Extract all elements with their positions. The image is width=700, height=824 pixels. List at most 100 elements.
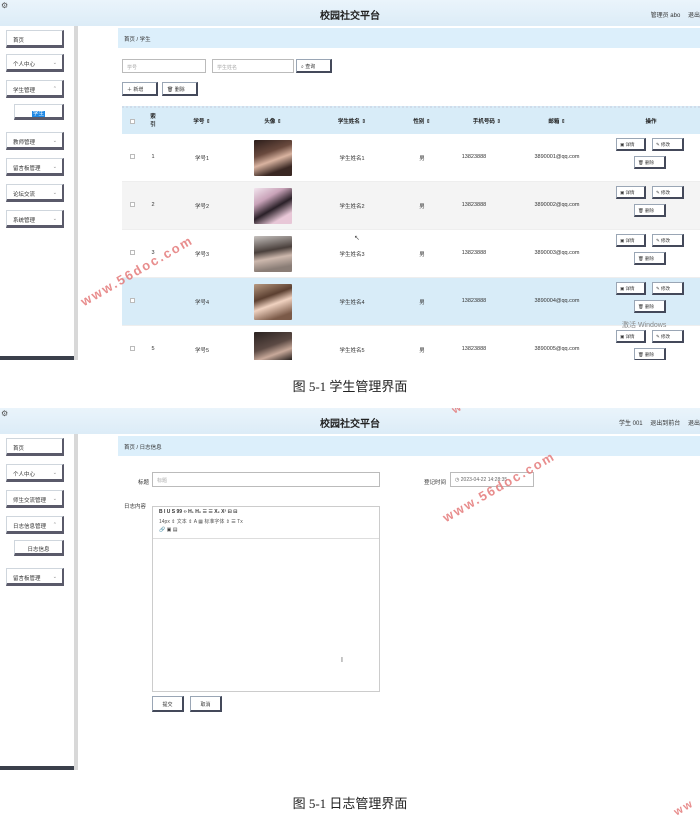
sidebar-item-label: 留言板管理 — [13, 166, 41, 172]
sidebar: 首页 个人中心 ⌄ 师生交流管理 ⌄ 日志信息管理 ⌃ 日志信息 留言板管理 ⌄ — [0, 434, 78, 770]
delete-button[interactable]: 🗑 删除 — [634, 156, 666, 169]
main-content: 首页 / 日志信息 标题 标题 登记时间 ◷ 2023-04-22 14:28:… — [82, 434, 700, 770]
content-label: 日志内容 — [124, 504, 147, 510]
rich-text-editor[interactable]: B I U S 99 ‹› H₁ H₂ ☰ ☰ X₂ X² ⊟ ⊟ 14px ⇕… — [152, 506, 380, 692]
table-row[interactable]: 3 学号3 学生姓名3 男 13823888 3890003@qq.com ▣ … — [122, 230, 700, 278]
user-area: 学生 001 退出到前台 退出 — [613, 418, 700, 427]
app-title: 校园社交平台 — [320, 419, 380, 430]
sidebar-item-label: 首页 — [13, 446, 25, 452]
sidebar-scrollbar[interactable] — [74, 26, 78, 360]
chevron-down-icon: ⌄ — [52, 60, 57, 66]
sidebar-item-label: 教师管理 — [13, 140, 36, 146]
student-id-search-input[interactable]: 学号 — [122, 59, 206, 73]
sidebar-item-message-board[interactable]: 留言板管理 ⌄ — [6, 568, 64, 586]
add-button[interactable]: ＋ 新增 — [122, 82, 158, 96]
cell-gender: 男 — [419, 300, 425, 306]
cell-email: 3890002@qq.com — [534, 202, 580, 208]
detail-button[interactable]: ▣ 详情 — [616, 282, 646, 295]
sidebar-subitem-student[interactable]: 学生 — [14, 104, 64, 120]
sidebar-subitem-journal[interactable]: 日志信息 — [14, 540, 64, 556]
edit-button[interactable]: ✎ 修改 — [652, 234, 684, 247]
cell-student-name: 学生姓名1 — [339, 156, 365, 162]
sidebar-item-journal-management[interactable]: 日志信息管理 ⌃ — [6, 516, 64, 534]
row-checkbox[interactable] — [130, 202, 135, 207]
table-row[interactable]: 1 学号1 学生姓名1 男 13823888 3890001@qq.com ▣ … — [122, 134, 700, 182]
cell-student-name: 学生姓名2 — [339, 204, 365, 210]
delete-button[interactable]: 🗑 删除 — [634, 348, 666, 360]
editor-toolbar-row-3[interactable]: 🔗 ▣ ▤ — [159, 527, 177, 533]
edit-button[interactable]: ✎ 修改 — [652, 138, 684, 151]
editor-toolbar-row-2[interactable]: 14px ⇕ 文本 ⇕ A ▦ 标准字体 ⇕ ☰ Tx — [159, 518, 243, 525]
cell-student-id: 学号2 — [194, 204, 210, 210]
row-checkbox[interactable] — [130, 250, 135, 255]
column-header-avatar[interactable]: 头像 ⇕ — [242, 117, 304, 125]
sidebar-item-profile[interactable]: 个人中心 ⌄ — [6, 464, 64, 482]
avatar-image — [254, 188, 292, 224]
table-row[interactable]: 5 学号5 学生姓名5 男 13823888 3890005@qq.com ▣ … — [122, 326, 700, 360]
detail-button[interactable]: ▣ 详情 — [616, 234, 646, 247]
sidebar-item-profile[interactable]: 个人中心 ⌄ — [6, 54, 64, 72]
student-name-search-input[interactable]: 学生姓名 — [212, 59, 294, 73]
delete-button[interactable]: 🗑 删除 — [634, 300, 666, 313]
column-header-student-name[interactable]: 学生姓名 ⇕ — [312, 117, 392, 125]
edit-button[interactable]: ✎ 修改 — [652, 186, 684, 199]
chevron-down-icon: ⌄ — [52, 190, 57, 196]
sidebar-bottom-bar — [0, 356, 74, 360]
sidebar-item-teacher-student-exchange[interactable]: 师生交流管理 ⌄ — [6, 490, 64, 508]
detail-button[interactable]: ▣ 详情 — [616, 186, 646, 199]
chevron-down-icon: ⌄ — [52, 496, 57, 502]
submit-button[interactable]: 提交 — [152, 696, 184, 712]
breadcrumb: 首页 / 日志信息 — [118, 436, 700, 456]
row-checkbox[interactable] — [130, 298, 135, 303]
detail-button[interactable]: ▣ 详情 — [616, 138, 646, 151]
cancel-button[interactable]: 取消 — [190, 696, 222, 712]
chevron-down-icon: ⌄ — [52, 164, 57, 170]
column-header-email[interactable]: 邮箱 ⇕ — [522, 117, 592, 125]
sidebar: 首页 个人中心 ⌄ 学生管理 ⌃ 学生 教师管理 ⌄ 留言板管理 ⌄ 论坛交流 ⌄ 系统管… — [0, 26, 78, 360]
top-bar: ⚙ 校园社交平台 学生 001 退出到前台 退出 — [0, 408, 700, 434]
column-header-gender[interactable]: 性别 ⇕ — [392, 117, 452, 125]
sidebar-item-message-board[interactable]: 留言板管理 ⌄ — [6, 158, 64, 176]
cell-student-name: 学生姓名5 — [339, 348, 365, 354]
delete-button[interactable]: 🗑 删除 — [634, 204, 666, 217]
sidebar-item-system[interactable]: 系统管理 ⌄ — [6, 210, 64, 228]
sidebar-item-forum[interactable]: 论坛交流 ⌄ — [6, 184, 64, 202]
row-checkbox[interactable] — [130, 154, 135, 159]
query-button[interactable]: ⌕ 查询 — [296, 59, 332, 73]
user-label: 学生 001 — [618, 421, 643, 427]
select-all-checkbox[interactable] — [130, 119, 135, 124]
column-header-index: 索 引 — [150, 114, 156, 128]
table-header: 索 引 学号 ⇕ 头像 ⇕ 学生姓名 ⇕ 性别 ⇕ 手机号码 ⇕ 邮箱 ⇕ 操作 — [122, 106, 700, 134]
back-to-front-link[interactable]: 退出到前台 — [650, 421, 680, 427]
sidebar-item-home[interactable]: 首页 — [6, 438, 64, 456]
delete-button[interactable]: 🗑 删除 — [634, 252, 666, 265]
cell-student-name: 学生姓名4 — [339, 300, 365, 306]
sidebar-item-label: 日志信息管理 — [13, 524, 47, 530]
sidebar-item-teacher-management[interactable]: 教师管理 ⌄ — [6, 132, 64, 150]
mouse-cursor-icon: ↖ — [354, 235, 360, 242]
table-row[interactable]: 学号4 学生姓名4 男 13823888 3890004@qq.com ▣ 详情… — [122, 278, 700, 326]
column-header-student-id[interactable]: 学号 ⇕ — [172, 117, 232, 125]
row-checkbox[interactable] — [130, 346, 135, 351]
student-management-screenshot: ⚙ 校园社交平台 管理员 abo 退出 首页 个人中心 ⌄ 学生管理 ⌃ 学生 教师… — [0, 0, 700, 360]
logout-link[interactable]: 退出 — [688, 13, 700, 19]
title-input[interactable]: 标题 — [152, 472, 380, 487]
cell-phone: 13823888 — [461, 154, 487, 160]
logout-link[interactable]: 退出 — [688, 421, 700, 427]
sidebar-item-student-management[interactable]: 学生管理 ⌃ — [6, 80, 64, 98]
editor-toolbar-row-1[interactable]: B I U S 99 ‹› H₁ H₂ ☰ ☰ X₂ X² ⊟ ⊟ — [159, 509, 237, 515]
cell-gender: 男 — [419, 348, 425, 354]
cell-email: 3890004@qq.com — [534, 298, 580, 304]
detail-button[interactable]: ▣ 详情 — [616, 330, 646, 343]
edit-button[interactable]: ✎ 修改 — [652, 330, 684, 343]
chevron-down-icon: ⌄ — [52, 216, 57, 222]
sidebar-item-home[interactable]: 首页 — [6, 30, 64, 48]
edit-button[interactable]: ✎ 修改 — [652, 282, 684, 295]
table-row[interactable]: 2 学号2 学生姓名2 男 13823888 3890002@qq.com ▣ … — [122, 182, 700, 230]
batch-delete-button[interactable]: 🗑 删除 — [162, 82, 198, 96]
sidebar-scrollbar[interactable] — [74, 434, 78, 770]
avatar-image — [254, 332, 292, 360]
column-header-phone[interactable]: 手机号码 ⇕ — [452, 117, 522, 125]
cell-email: 3890005@qq.com — [534, 346, 580, 352]
editor-toolbar: B I U S 99 ‹› H₁ H₂ ☰ ☰ X₂ X² ⊟ ⊟ 14px ⇕… — [153, 507, 379, 539]
